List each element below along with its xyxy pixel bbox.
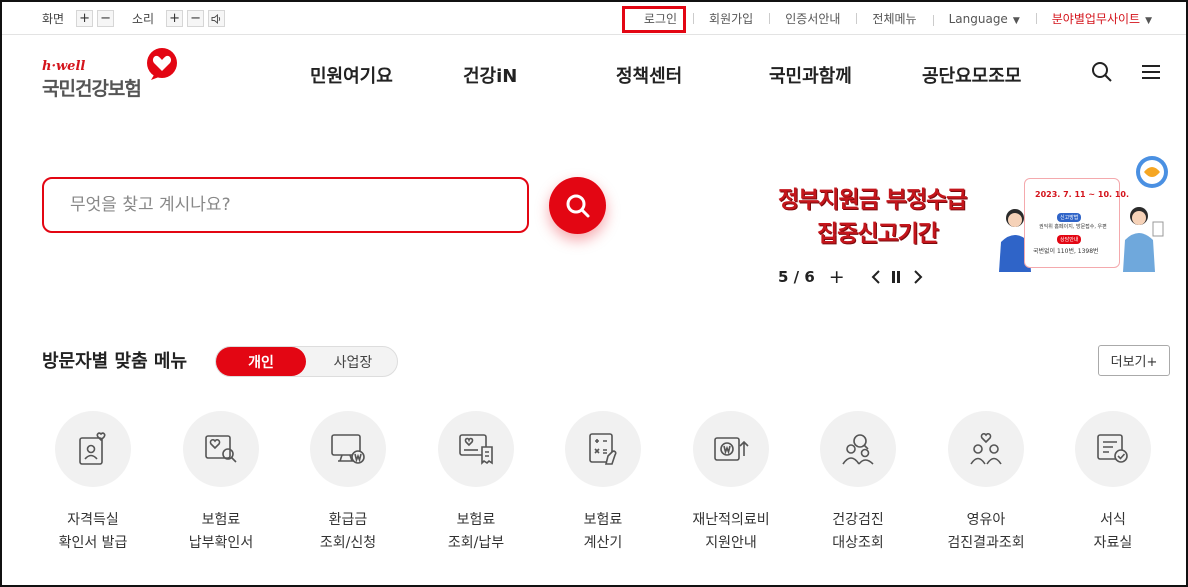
certificate-guide-link[interactable]: 인증서안내 bbox=[769, 10, 856, 27]
logo-name-text: 국민건강보험 bbox=[42, 78, 142, 100]
main-header: h·well 국민건강보험 민원여기요 건강iN 정책센터 국민과함께 공단요모… bbox=[2, 35, 1186, 115]
quick-item-refund[interactable]: 환급금 조회/신청 bbox=[288, 411, 408, 555]
quick-item-catastrophic-medical-aid[interactable]: 재난적의료비 지원안내 bbox=[671, 411, 791, 555]
quick-item-qualification-certificate[interactable]: 자격득실 확인서 발급 bbox=[33, 411, 153, 555]
pause-icon[interactable] bbox=[891, 271, 901, 283]
banner-info-card: 2023. 7. 11 ~ 10. 10. 신고방법 권익위 홈페이지, 방문접… bbox=[1024, 178, 1129, 268]
search-icon[interactable] bbox=[1091, 61, 1113, 83]
screen-zoom-out-button[interactable]: − bbox=[97, 10, 115, 27]
language-select[interactable]: Language ▼ bbox=[932, 11, 1036, 26]
all-menu-link[interactable]: 전체메뉴 bbox=[856, 10, 932, 27]
calculator-hand-icon bbox=[589, 433, 617, 465]
speaker-button[interactable] bbox=[208, 10, 226, 27]
page-frame: 화면 + − 소리 + − 로그인 회원가입 인증서안내 전체메뉴 Langua… bbox=[0, 0, 1188, 587]
utility-links: 로그인 회원가입 인증서안내 전체메뉴 Language ▼ 분야별업무사이트 ▼ bbox=[628, 10, 1168, 27]
quick-item-label: 건강검진 대상조회 bbox=[832, 512, 884, 551]
sound-label: 소리 bbox=[132, 12, 155, 26]
banner-method-pill: 신고방법 bbox=[1057, 213, 1082, 222]
logo-heart-icon bbox=[147, 48, 177, 80]
nav-item-minwon[interactable]: 민원여기요 bbox=[310, 62, 393, 88]
quick-item-label: 보험료 계산기 bbox=[583, 512, 623, 551]
business-site-label: 분야별업무사이트 bbox=[1051, 12, 1141, 26]
banner-title-line2: 집중신고기간 bbox=[816, 220, 939, 248]
nav-item-nhis-overview[interactable]: 공단요모조모 bbox=[922, 62, 1021, 88]
quick-item-label: 재난적의료비 지원안내 bbox=[692, 512, 770, 551]
search-button[interactable] bbox=[549, 177, 606, 234]
won-card-up-icon bbox=[714, 437, 749, 461]
nav-item-policy-center[interactable]: 정책센터 bbox=[616, 62, 682, 88]
quick-item-label: 보험료 납부확인서 bbox=[188, 512, 254, 551]
document-check-icon bbox=[1097, 434, 1128, 463]
speaker-icon bbox=[211, 13, 221, 24]
quick-item-payment-certificate[interactable]: 보험료 납부확인서 bbox=[161, 411, 281, 555]
sound-control: 소리 + − bbox=[132, 10, 226, 27]
banner-consult-pill: 상담안내 bbox=[1057, 235, 1082, 244]
tab-personal[interactable]: 개인 bbox=[216, 347, 306, 376]
banner-counter: 5 / 6 bbox=[778, 268, 815, 286]
caret-down-icon: ▼ bbox=[1145, 16, 1152, 26]
quick-item-checkup-inquiry[interactable]: 건강검진 대상조회 bbox=[798, 411, 918, 555]
heart-search-icon bbox=[205, 435, 237, 463]
banner-method-detail: 권익위 홈페이지, 방문접수, 우편 bbox=[1039, 224, 1107, 230]
search-icon bbox=[566, 194, 589, 217]
utility-bar: 화면 + − 소리 + − 로그인 회원가입 인증서안내 전체메뉴 Langua… bbox=[2, 2, 1186, 35]
login-highlight-box bbox=[622, 6, 686, 33]
quick-item-label: 영유아 검진결과조회 bbox=[947, 512, 1025, 551]
signup-link[interactable]: 회원가입 bbox=[693, 10, 769, 27]
quick-item-label: 보험료 조회/납부 bbox=[447, 512, 505, 551]
banner-title-line1: 정부지원금 부정수급 bbox=[777, 186, 968, 214]
nav-item-health-in[interactable]: 건강iN bbox=[463, 62, 517, 88]
logo-hwell-text: h·well bbox=[42, 59, 86, 74]
screen-zoom-in-button[interactable]: + bbox=[76, 10, 94, 27]
quick-item-label: 서식 자료실 bbox=[1093, 512, 1133, 551]
quick-item-premium-inquiry[interactable]: 보험료 조회/납부 bbox=[416, 411, 536, 555]
banner-consult-detail: 국번없이 110번, 1398번 bbox=[1033, 248, 1099, 255]
business-site-select[interactable]: 분야별업무사이트 ▼ bbox=[1035, 10, 1168, 27]
monitor-receipt-icon bbox=[459, 434, 493, 465]
people-search-icon bbox=[842, 434, 874, 465]
campaign-badge-icon bbox=[1136, 156, 1168, 188]
citizen-illustration bbox=[1123, 207, 1164, 272]
quick-item-label: 자격득실 확인서 발급 bbox=[58, 512, 128, 551]
sound-down-button[interactable]: − bbox=[187, 10, 205, 27]
hamburger-menu-icon[interactable] bbox=[1141, 64, 1161, 80]
quick-item-infant-checkup-results[interactable]: 영유아 검진결과조회 bbox=[926, 411, 1046, 555]
nav-item-with-people[interactable]: 국민과함께 bbox=[769, 62, 852, 88]
banner-date: 2023. 7. 11 ~ 10. 10. bbox=[1035, 190, 1130, 199]
screen-zoom-control: 화면 + − bbox=[42, 10, 115, 27]
quick-item-premium-calculator[interactable]: 보험료 계산기 bbox=[543, 411, 663, 555]
visitor-type-toggle: 개인 사업장 bbox=[215, 346, 398, 377]
chevron-right-icon[interactable] bbox=[913, 270, 923, 284]
banner-controls: 5 / 6 + bbox=[778, 266, 923, 288]
language-label: Language bbox=[948, 11, 1008, 26]
search-input[interactable] bbox=[70, 195, 527, 215]
quick-item-forms-library[interactable]: 서식 자료실 bbox=[1053, 411, 1173, 555]
sound-up-button[interactable]: + bbox=[166, 10, 184, 27]
person-card-heart-icon bbox=[79, 432, 106, 465]
search-box bbox=[42, 177, 529, 233]
logo[interactable]: h·well 국민건강보험 bbox=[42, 47, 192, 103]
family-heart-icon bbox=[970, 432, 1002, 465]
more-button[interactable]: 더보기+ bbox=[1098, 345, 1170, 376]
tab-business[interactable]: 사업장 bbox=[308, 347, 398, 376]
visitor-menu-title: 방문자별 맞춤 메뉴 bbox=[42, 351, 188, 372]
promo-banner[interactable]: 정부지원금 부정수급 집중신고기간 2023. 7. 11 ~ 10. 10. … bbox=[772, 154, 1172, 274]
banner-expand-button[interactable]: + bbox=[829, 266, 845, 288]
chevron-left-icon[interactable] bbox=[871, 270, 881, 284]
screen-zoom-label: 화면 bbox=[42, 12, 65, 26]
quick-item-label: 환급금 조회/신청 bbox=[319, 512, 377, 551]
monitor-won-icon bbox=[331, 434, 365, 464]
caret-down-icon: ▼ bbox=[1012, 15, 1020, 26]
